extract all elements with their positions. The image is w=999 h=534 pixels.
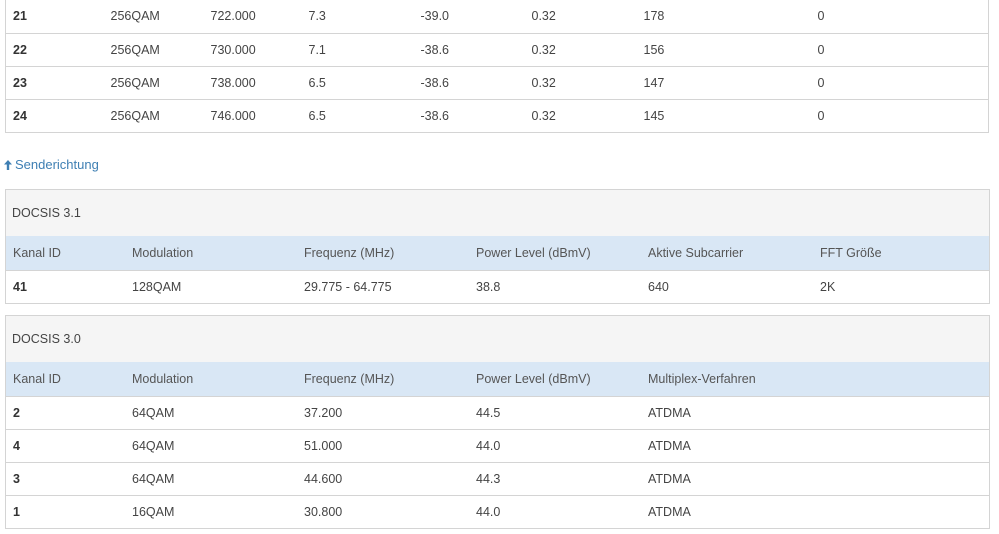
- subcarrier-cell: 640: [648, 269, 820, 303]
- uncorrected-errors-cell: 0: [817, 33, 989, 67]
- column-header: Modulation: [132, 245, 194, 260]
- empty-cell: [820, 428, 989, 462]
- table-row: 4 64QAM 51.000 44.0 ATDMA: [6, 428, 989, 462]
- kanal-id-cell: 3: [6, 461, 132, 495]
- multiplex-cell: ATDMA: [648, 395, 820, 429]
- panel-title: DOCSIS 3.0: [6, 316, 989, 362]
- empty-cell: [820, 461, 989, 495]
- power-level-cell: 44.0: [476, 494, 648, 528]
- frequency-cell: 746.000: [210, 99, 309, 133]
- modulation-cell: 64QAM: [132, 395, 304, 429]
- latency-cell: 0.32: [531, 99, 644, 133]
- upstream-link-label: Senderichtung: [15, 157, 99, 172]
- power-level-cell: 7.1: [308, 33, 421, 67]
- docsis30-table: Kanal ID Modulation Frequenz (MHz) Power…: [6, 362, 989, 528]
- corrected-errors-cell: 178: [643, 0, 818, 34]
- empty-cell: [820, 395, 989, 429]
- kanal-id-cell: 24: [5, 99, 111, 133]
- upstream-section-link[interactable]: Senderichtung: [4, 156, 99, 174]
- frequency-cell: 730.000: [210, 33, 309, 67]
- table-header-row: Kanal ID Modulation Frequenz (MHz) Power…: [6, 236, 989, 270]
- empty-cell: [820, 494, 989, 528]
- latency-cell: 0.32: [531, 33, 644, 67]
- modulation-cell: 256QAM: [110, 99, 211, 133]
- column-header: Frequenz (MHz): [304, 245, 395, 260]
- kanal-id-cell: 2: [6, 395, 132, 429]
- column-header: Power Level (dBmV): [476, 245, 591, 260]
- column-header: FFT Größe: [820, 245, 882, 260]
- mse-cell: -38.6: [420, 66, 532, 100]
- column-header: Aktive Subcarrier: [648, 245, 744, 260]
- table-row: 2 64QAM 37.200 44.5 ATDMA: [6, 395, 989, 429]
- column-header: Kanal ID: [13, 371, 61, 386]
- kanal-id-cell: 1: [6, 494, 132, 528]
- table-row: 1 16QAM 30.800 44.0 ATDMA: [6, 494, 989, 528]
- column-header: Multiplex-Verfahren: [648, 371, 756, 386]
- modulation-cell: 256QAM: [110, 0, 211, 34]
- power-level-cell: 6.5: [308, 99, 421, 133]
- frequency-cell: 44.600: [304, 461, 476, 495]
- multiplex-cell: ATDMA: [648, 494, 820, 528]
- column-header: Kanal ID: [13, 245, 61, 260]
- column-header: Modulation: [132, 371, 194, 386]
- panel-title: DOCSIS 3.1: [6, 190, 989, 236]
- arrow-up-icon: [4, 160, 12, 170]
- table-header-row: Kanal ID Modulation Frequenz (MHz) Power…: [6, 362, 989, 396]
- uncorrected-errors-cell: 0: [817, 99, 989, 133]
- power-level-cell: 38.8: [476, 269, 648, 303]
- table-row: 21 256QAM 722.000 7.3 -39.0 0.32 178 0: [5, 0, 989, 34]
- kanal-id-cell: 41: [6, 269, 132, 303]
- frequency-cell: 30.800: [304, 494, 476, 528]
- modulation-cell: 256QAM: [110, 66, 211, 100]
- column-header: Frequenz (MHz): [304, 371, 395, 386]
- kanal-id-cell: 22: [5, 33, 111, 67]
- power-level-cell: 7.3: [308, 0, 421, 34]
- frequency-cell: 37.200: [304, 395, 476, 429]
- latency-cell: 0.32: [531, 0, 644, 34]
- docsis31-table: Kanal ID Modulation Frequenz (MHz) Power…: [6, 236, 989, 303]
- frequency-cell: 51.000: [304, 428, 476, 462]
- column-header: Power Level (dBmV): [476, 371, 591, 386]
- kanal-id-cell: 23: [5, 66, 111, 100]
- corrected-errors-cell: 145: [643, 99, 818, 133]
- power-level-cell: 6.5: [308, 66, 421, 100]
- power-level-cell: 44.0: [476, 428, 648, 462]
- fft-size-cell: 2K: [820, 269, 989, 303]
- corrected-errors-cell: 147: [643, 66, 818, 100]
- power-level-cell: 44.5: [476, 395, 648, 429]
- page: 21 256QAM 722.000 7.3 -39.0 0.32 178 0 2…: [0, 0, 999, 534]
- mse-cell: -39.0: [420, 0, 532, 34]
- kanal-id-cell: 4: [6, 428, 132, 462]
- table-row: 23 256QAM 738.000 6.5 -38.6 0.32 147 0: [5, 66, 989, 100]
- frequency-cell: 29.775 - 64.775: [304, 269, 476, 303]
- docsis30-panel: DOCSIS 3.0 Kanal ID Modulation Frequenz …: [5, 315, 990, 529]
- mse-cell: -38.6: [420, 33, 532, 67]
- modulation-cell: 16QAM: [132, 494, 304, 528]
- uncorrected-errors-cell: 0: [817, 66, 989, 100]
- latency-cell: 0.32: [531, 66, 644, 100]
- modulation-cell: 128QAM: [132, 269, 304, 303]
- column-header: [820, 362, 989, 396]
- power-level-cell: 44.3: [476, 461, 648, 495]
- mse-cell: -38.6: [420, 99, 532, 133]
- frequency-cell: 738.000: [210, 66, 309, 100]
- table-row: 24 256QAM 746.000 6.5 -38.6 0.32 145 0: [5, 99, 989, 133]
- table-row: 41 128QAM 29.775 - 64.775 38.8 640 2K: [6, 269, 989, 303]
- multiplex-cell: ATDMA: [648, 461, 820, 495]
- corrected-errors-cell: 156: [643, 33, 818, 67]
- table-row: 3 64QAM 44.600 44.3 ATDMA: [6, 461, 989, 495]
- modulation-cell: 64QAM: [132, 461, 304, 495]
- downstream-table: 21 256QAM 722.000 7.3 -39.0 0.32 178 0 2…: [5, 0, 989, 133]
- frequency-cell: 722.000: [210, 0, 309, 34]
- kanal-id-cell: 21: [5, 0, 111, 34]
- table-row: 22 256QAM 730.000 7.1 -38.6 0.32 156 0: [5, 33, 989, 67]
- uncorrected-errors-cell: 0: [817, 0, 989, 34]
- modulation-cell: 64QAM: [132, 428, 304, 462]
- docsis31-panel: DOCSIS 3.1 Kanal ID Modulation Frequenz …: [5, 189, 990, 304]
- multiplex-cell: ATDMA: [648, 428, 820, 462]
- modulation-cell: 256QAM: [110, 33, 211, 67]
